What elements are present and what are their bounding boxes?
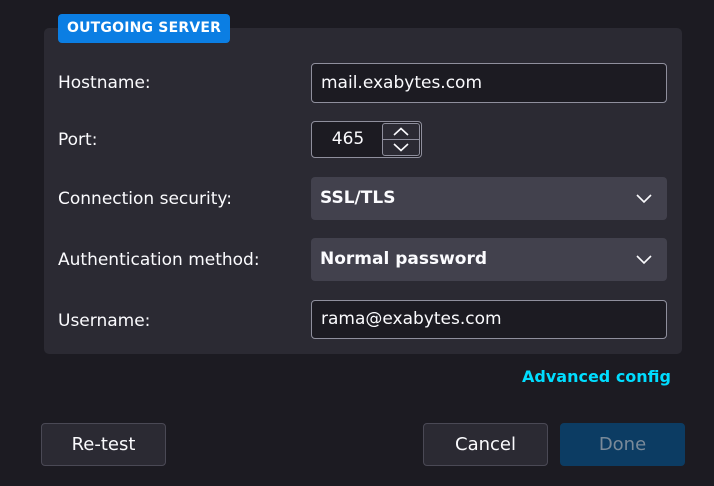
done-button[interactable]: Done [560, 423, 685, 466]
connection-security-select[interactable]: SSL/TLS [311, 177, 667, 220]
chevron-down-icon [636, 194, 652, 204]
chevron-up-icon [393, 127, 409, 136]
section-title-badge: OUTGOING SERVER [58, 14, 231, 43]
chevron-down-icon [393, 143, 409, 152]
auth-method-select[interactable]: Normal password [311, 238, 667, 281]
outgoing-server-dialog: OUTGOING SERVER Hostname: mail.exabytes.… [0, 0, 714, 486]
hostname-input[interactable]: mail.exabytes.com [311, 63, 667, 103]
username-label: Username: [58, 311, 151, 331]
port-input[interactable]: 465 [312, 122, 384, 157]
port-stepper[interactable]: 465 [311, 121, 422, 158]
port-label: Port: [58, 130, 98, 150]
connection-security-value: SSL/TLS [320, 188, 396, 208]
auth-method-label: Authentication method: [58, 250, 260, 270]
port-decrement-button[interactable] [383, 140, 419, 155]
chevron-down-icon [636, 255, 652, 265]
retest-button[interactable]: Re-test [41, 423, 166, 466]
connection-security-label: Connection security: [58, 189, 232, 209]
hostname-label: Hostname: [58, 73, 151, 93]
port-stepper-buttons [382, 123, 420, 156]
auth-method-value: Normal password [320, 249, 488, 269]
username-input[interactable]: rama@exabytes.com [311, 300, 667, 339]
port-increment-button[interactable] [383, 124, 419, 140]
advanced-config-link[interactable]: Advanced config [522, 367, 671, 386]
cancel-button[interactable]: Cancel [423, 423, 548, 466]
